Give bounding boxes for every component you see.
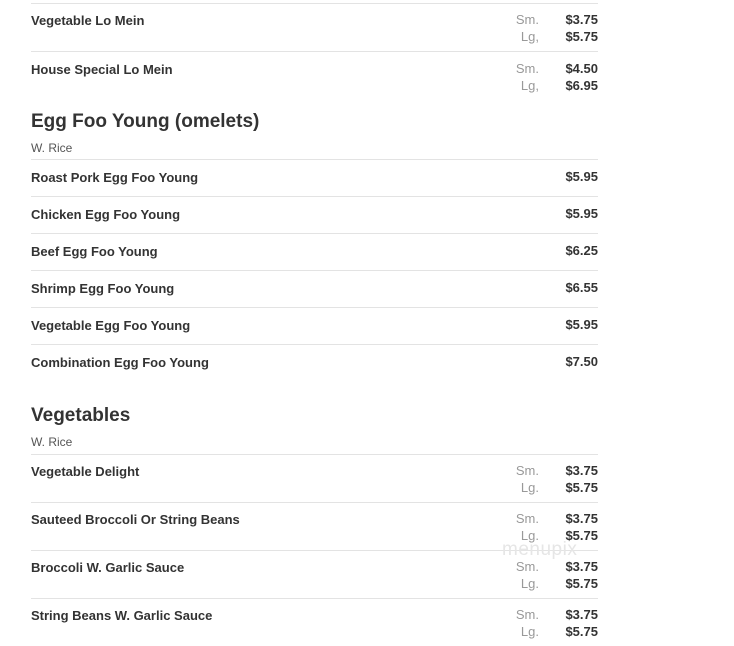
item-name: House Special Lo Mein — [31, 62, 173, 77]
price: $6.95 — [565, 77, 598, 93]
size-label: Sm. — [515, 511, 539, 526]
price: $5.95 — [565, 317, 598, 332]
price: $3.75 — [565, 463, 598, 478]
price-line: Lg. $5.75 — [498, 624, 598, 641]
size-label: Sm. — [515, 463, 539, 478]
price-line: Lg. $5.75 — [498, 480, 598, 497]
menu-item: Roast Pork Egg Foo Young $5.95 — [31, 159, 598, 196]
size-label: Lg, — [520, 28, 539, 44]
price: $6.55 — [565, 280, 598, 295]
price-line: $6.25 — [498, 243, 598, 260]
size-label: Lg. — [520, 623, 539, 639]
item-prices: $7.50 — [498, 354, 598, 371]
size-label: Lg. — [520, 479, 539, 495]
item-prices: $5.95 — [498, 169, 598, 186]
item-prices: $6.25 — [498, 243, 598, 260]
item-name: Beef Egg Foo Young — [31, 244, 158, 259]
price-line: Sm. $3.75 — [498, 12, 598, 29]
price: $3.75 — [565, 12, 598, 27]
menu-item: Vegetable Lo Mein Sm. $3.75 Lg, $5.75 — [31, 3, 598, 51]
menu-item: House Special Lo Mein Sm. $4.50 Lg, $6.9… — [31, 51, 598, 102]
item-name: Roast Pork Egg Foo Young — [31, 170, 199, 185]
price-line: $5.95 — [498, 206, 598, 223]
item-prices: Sm. $3.75 Lg. $5.75 — [498, 607, 598, 640]
price-line: $5.95 — [498, 169, 598, 186]
price: $5.75 — [565, 623, 598, 639]
price: $6.25 — [565, 243, 598, 258]
menu-item: Combination Egg Foo Young $7.50 — [31, 344, 598, 381]
price: $5.95 — [565, 206, 598, 221]
size-label: Sm. — [515, 559, 539, 574]
item-prices: $5.95 — [498, 317, 598, 334]
watermark-logo: menupix — [502, 539, 578, 560]
price: $3.75 — [565, 511, 598, 526]
price: $5.75 — [565, 479, 598, 495]
price-line: $5.95 — [498, 317, 598, 334]
price-line: Lg. $5.75 — [498, 576, 598, 593]
item-name: Combination Egg Foo Young — [31, 355, 209, 370]
menu-item: Chicken Egg Foo Young $5.95 — [31, 196, 598, 233]
item-name: Chicken Egg Foo Young — [31, 207, 181, 222]
price-line: Sm. $3.75 — [498, 559, 598, 576]
item-prices: $6.55 — [498, 280, 598, 297]
size-label: Lg. — [520, 575, 539, 591]
section-title: Egg Foo Young (omelets) — [31, 111, 260, 132]
item-prices: Sm. $3.75 Lg. $5.75 — [498, 559, 598, 592]
menu-item: Beef Egg Foo Young $6.25 — [31, 233, 598, 270]
price-line: $6.55 — [498, 280, 598, 297]
item-prices: Sm. $4.50 Lg, $6.95 — [498, 61, 598, 94]
item-name: Vegetable Egg Foo Young — [31, 318, 191, 333]
menu: Vegetable Lo Mein Sm. $3.75 Lg, $5.75 Ho… — [31, 0, 598, 639]
item-name: String Beans W. Garlic Sauce — [31, 608, 213, 623]
price: $3.75 — [565, 607, 598, 622]
price: $4.50 — [565, 61, 598, 76]
item-name: Sauteed Broccoli Or String Beans — [31, 512, 240, 527]
size-label: Sm. — [515, 61, 539, 76]
item-name: Broccoli W. Garlic Sauce — [31, 560, 185, 575]
item-prices: $5.95 — [498, 206, 598, 223]
section-subtitle: W. Rice — [31, 141, 73, 155]
price-line: Sm. $3.75 — [498, 511, 598, 528]
price: $3.75 — [565, 559, 598, 574]
price: $5.75 — [565, 575, 598, 591]
menu-item: String Beans W. Garlic Sauce Sm. $3.75 L… — [31, 598, 598, 646]
price-line: Sm. $3.75 — [498, 607, 598, 624]
price-line: $7.50 — [498, 354, 598, 371]
price: $5.75 — [565, 28, 598, 44]
item-name: Vegetable Lo Mein — [31, 13, 145, 28]
item-name: Vegetable Delight — [31, 464, 140, 479]
price-line: Sm. $3.75 — [498, 463, 598, 480]
item-prices: Sm. $3.75 Lg, $5.75 — [498, 12, 598, 45]
size-label: Lg, — [520, 77, 539, 93]
size-label: Sm. — [515, 12, 539, 27]
menu-item: Vegetable Delight Sm. $3.75 Lg. $5.75 — [31, 454, 598, 502]
price: $5.95 — [565, 169, 598, 184]
size-label: Sm. — [515, 607, 539, 622]
price-line: Lg, $6.95 — [498, 78, 598, 95]
section-title: Vegetables — [31, 405, 131, 426]
price: $7.50 — [565, 354, 598, 369]
menu-item: Vegetable Egg Foo Young $5.95 — [31, 307, 598, 344]
item-name: Shrimp Egg Foo Young — [31, 281, 175, 296]
price-line: Sm. $4.50 — [498, 61, 598, 78]
section-subtitle: W. Rice — [31, 435, 73, 449]
price-line: Lg, $5.75 — [498, 29, 598, 46]
item-prices: Sm. $3.75 Lg. $5.75 — [498, 463, 598, 496]
menu-item: Shrimp Egg Foo Young $6.55 — [31, 270, 598, 307]
